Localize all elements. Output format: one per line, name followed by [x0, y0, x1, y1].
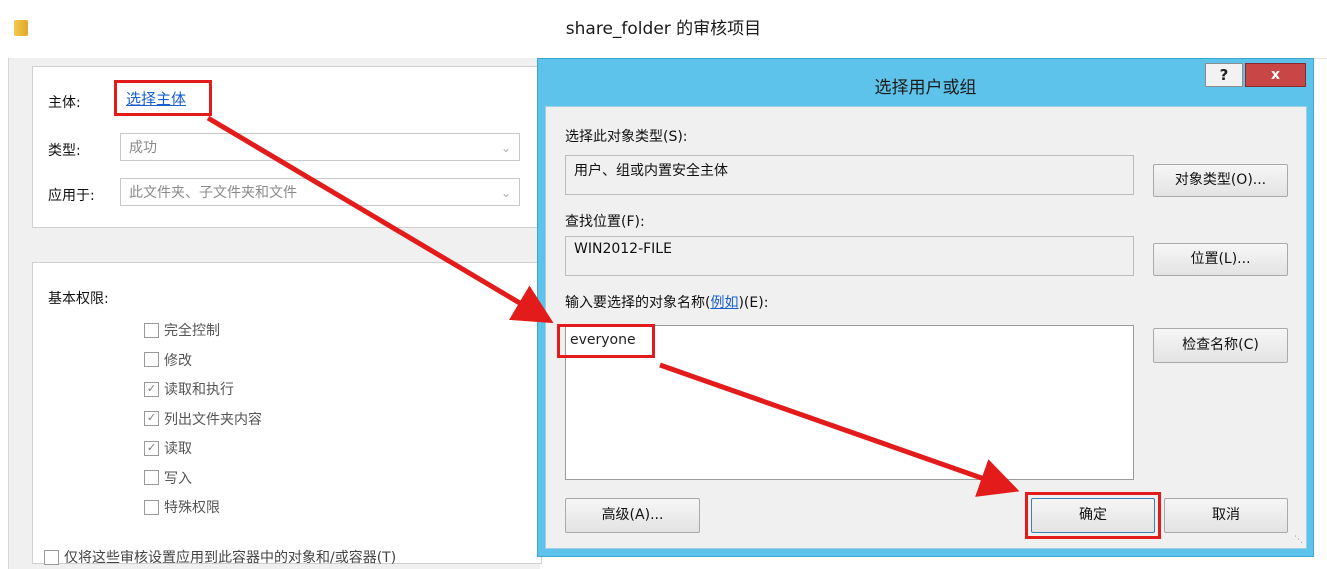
arrow-to-names-input: [206, 115, 554, 324]
arrow-to-ok-button: [659, 362, 1020, 497]
annotation-arrows: [206, 115, 1020, 497]
